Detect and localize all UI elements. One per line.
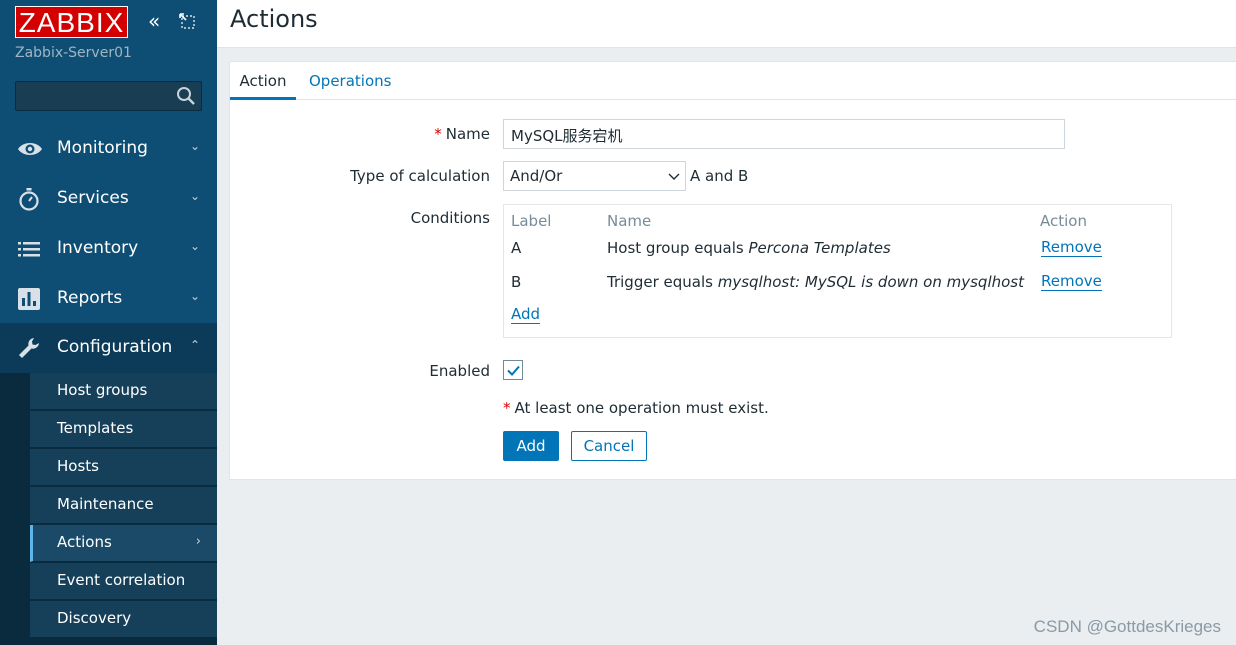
calc-expression: A and B <box>690 167 749 185</box>
menu-item-services[interactable]: Services ⌄ <box>0 174 217 224</box>
submenu-label: Discovery <box>57 609 132 627</box>
zabbix-logo[interactable]: ZABBIX <box>15 6 128 38</box>
warning-text: At least one operation must exist. <box>514 399 769 417</box>
add-button[interactable]: Add <box>503 431 559 461</box>
submenu-label: Event correlation <box>57 571 186 589</box>
submenu-label: Maintenance <box>57 495 154 513</box>
submenu-item-event-correlation[interactable]: Event correlation <box>30 563 217 600</box>
name-label: * Name <box>230 125 490 143</box>
menu-item-reports[interactable]: Reports ⌄ <box>0 274 217 324</box>
col-header-action: Action <box>1040 212 1087 230</box>
wrench-icon <box>19 338 39 358</box>
operation-warning: * At least one operation must exist. <box>503 399 769 417</box>
menu-label: Inventory <box>57 238 139 258</box>
submenu-item-actions[interactable]: Actions › <box>30 525 217 562</box>
condition-label-a: A <box>511 239 522 257</box>
chevron-down-icon <box>668 173 680 180</box>
sidebar: ZABBIX « Zabbix-Server01 Monitoring ⌄ Se… <box>0 0 217 645</box>
calc-type-value: And/Or <box>510 167 563 185</box>
logo-row: ZABBIX « <box>15 6 205 38</box>
submenu-item-host-groups[interactable]: Host groups <box>30 373 217 410</box>
menu-item-monitoring[interactable]: Monitoring ⌄ <box>0 124 217 174</box>
submenu-item-discovery[interactable]: Discovery <box>30 601 217 638</box>
name-label-text: Name <box>445 125 490 143</box>
condition-value: mysqlhost: MySQL is down on mysqlhost <box>717 273 1024 291</box>
checkmark-icon <box>507 365 520 376</box>
condition-value: Percona Templates <box>748 239 891 257</box>
col-header-label: Label <box>511 212 552 230</box>
calc-label: Type of calculation <box>350 167 490 185</box>
col-header-name: Name <box>607 212 652 230</box>
cancel-button[interactable]: Cancel <box>571 431 647 461</box>
submenu-label: Host groups <box>57 381 148 399</box>
submenu-label: Templates <box>57 419 134 437</box>
search-icon[interactable] <box>176 86 196 106</box>
menu-item-configuration[interactable]: Configuration ⌃ <box>0 323 217 373</box>
kiosk-mode-icon[interactable] <box>179 13 195 29</box>
chevron-right-icon: › <box>195 534 201 549</box>
tab-action[interactable]: Action <box>230 72 296 100</box>
menu-label: Services <box>57 188 129 208</box>
tab-operations[interactable]: Operations <box>309 72 391 100</box>
chevron-down-icon: ⌄ <box>190 139 201 153</box>
condition-prefix: Host group equals <box>607 239 749 257</box>
submenu-label: Actions <box>57 533 112 551</box>
menu-label: Reports <box>57 288 123 308</box>
required-mark: * <box>434 125 442 143</box>
collapse-sidebar-icon[interactable]: « <box>148 9 160 33</box>
conditions-table: Label Name Action A Host group equals Pe… <box>503 204 1172 338</box>
menu-item-inventory[interactable]: Inventory ⌄ <box>0 224 217 274</box>
list-icon <box>18 242 40 257</box>
bar-chart-icon <box>18 288 40 310</box>
page-title: Actions <box>230 5 318 33</box>
chevron-down-icon: ⌄ <box>190 239 201 253</box>
condition-name-a: Host group equals Percona Templates <box>607 239 891 257</box>
chevron-up-icon: ⌃ <box>190 338 201 352</box>
conditions-label: Conditions <box>410 209 490 227</box>
menu-label: Monitoring <box>57 138 148 158</box>
stopwatch-icon <box>19 188 39 211</box>
chevron-down-icon: ⌄ <box>190 189 201 203</box>
watermark: CSDN @GottdesKrieges <box>1033 617 1221 636</box>
configuration-submenu: Host groups Templates Hosts Maintenance … <box>0 373 217 645</box>
action-form-panel: Action Operations * Name MySQL服务宕机 Type o… <box>229 61 1236 480</box>
enabled-checkbox[interactable] <box>503 360 523 380</box>
menu-label: Configuration <box>57 337 173 357</box>
eye-icon <box>18 143 42 155</box>
chevron-down-icon: ⌄ <box>190 289 201 303</box>
required-mark: * <box>503 399 511 417</box>
tab-bar: Action Operations <box>230 62 1236 100</box>
add-condition-link[interactable]: Add <box>511 306 541 324</box>
submenu-item-hosts[interactable]: Hosts <box>30 449 217 486</box>
condition-name-b: Trigger equals mysqlhost: MySQL is down … <box>607 273 1024 291</box>
remove-condition-b-link[interactable]: Remove <box>1041 273 1102 291</box>
submenu-item-templates[interactable]: Templates <box>30 411 217 448</box>
condition-label-b: B <box>511 273 522 291</box>
submenu-label: Hosts <box>57 457 99 475</box>
remove-condition-a-link[interactable]: Remove <box>1041 239 1102 257</box>
submenu-item-maintenance[interactable]: Maintenance <box>30 487 217 524</box>
server-name: Zabbix-Server01 <box>15 45 132 61</box>
page-header: Actions <box>217 0 1236 48</box>
enabled-label: Enabled <box>429 362 490 380</box>
search-input[interactable] <box>15 81 202 111</box>
condition-prefix: Trigger equals <box>607 273 718 291</box>
name-input[interactable]: MySQL服务宕机 <box>503 119 1065 149</box>
calc-type-select[interactable]: And/Or <box>503 161 686 191</box>
